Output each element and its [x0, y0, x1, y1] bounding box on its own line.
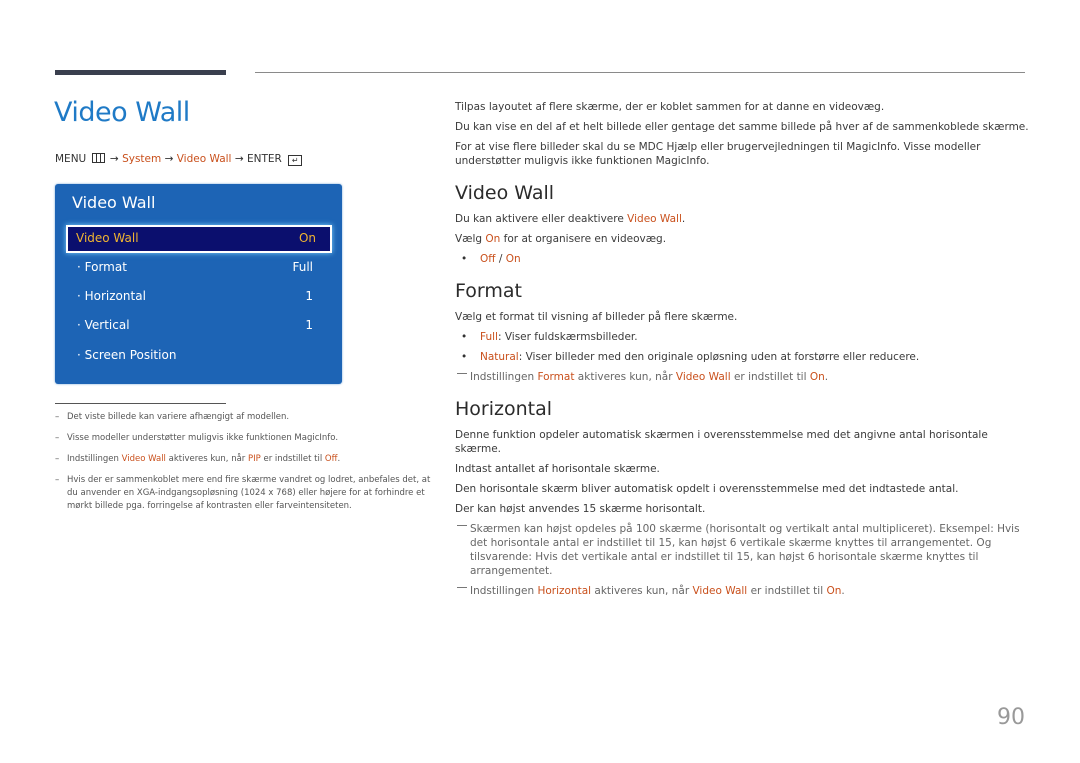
- main-content: Tilpas layoutet af flere skærme, der er …: [455, 100, 1030, 604]
- osd-item-value: 1: [305, 289, 313, 303]
- intro-paragraph: Du kan vise en del af et helt billede el…: [455, 121, 1029, 133]
- osd-item-label: · Screen Position: [77, 348, 177, 362]
- paragraph: Der kan højst anvendes 15 skærme horison…: [455, 503, 706, 515]
- paragraph: Indtast antallet af horisontale skærme.: [455, 463, 660, 475]
- highlight: Horizontal: [537, 585, 592, 597]
- osd-title: Video Wall: [72, 193, 156, 212]
- osd-item-value: 1: [305, 318, 313, 332]
- arrow: →: [164, 153, 174, 165]
- text: .: [841, 585, 845, 597]
- option-off: Off: [480, 253, 496, 265]
- highlight: On: [485, 233, 501, 245]
- note-text: aktiveres kun, når: [165, 454, 249, 464]
- text: .: [681, 213, 686, 225]
- text: aktiveres kun, når: [591, 585, 693, 597]
- header-rule-thick: [55, 70, 226, 75]
- text: for at organisere en videovæg.: [500, 233, 667, 245]
- option-on: On: [505, 253, 521, 265]
- note-text: .: [337, 454, 341, 464]
- notes-divider: [55, 403, 226, 404]
- osd-item-video-wall[interactable]: Video Wall On: [66, 225, 332, 253]
- note-highlight: Off: [324, 454, 338, 464]
- text: er indstillet til: [730, 371, 810, 383]
- osd-item-horizontal[interactable]: · Horizontal 1: [77, 289, 313, 309]
- osd-item-value: On: [298, 231, 316, 245]
- paragraph: Den horisontale skærm bliver automatisk …: [455, 483, 959, 495]
- paragraph: Denne funktion opdeler automatisk skærme…: [455, 429, 988, 455]
- note-item: Indstillingen Video Wall aktiveres kun, …: [55, 453, 435, 466]
- text: : Viser billeder med den originale opløs…: [518, 351, 920, 363]
- osd-item-label: Video Wall: [76, 231, 139, 245]
- text: .: [824, 371, 829, 383]
- arrow: →: [109, 153, 119, 165]
- option-full: Full: [480, 331, 498, 343]
- option-natural: Natural: [480, 351, 519, 363]
- text: Vælg: [455, 233, 486, 245]
- osd-menu-panel: Video Wall Video Wall On · Format Full ·…: [55, 184, 342, 384]
- text: Indstillingen: [470, 371, 538, 383]
- page-title: Video Wall: [54, 97, 190, 128]
- osd-item-label: · Vertical: [77, 318, 130, 332]
- osd-item-value: Full: [292, 260, 313, 274]
- bullet-item: Natural: Viser billeder med den original…: [455, 350, 1030, 364]
- highlight: On: [809, 371, 825, 383]
- highlight: Format: [537, 371, 575, 383]
- note-highlight: PIP: [248, 454, 261, 464]
- section-heading-format: Format: [455, 280, 522, 302]
- osd-item-screen-position[interactable]: · Screen Position: [77, 348, 313, 368]
- highlight: Video Wall: [627, 213, 682, 225]
- osd-item-format[interactable]: · Format Full: [77, 260, 313, 280]
- intro-paragraph: For at vise flere billeder skal du se MD…: [455, 141, 981, 167]
- osd-item-vertical[interactable]: · Vertical 1: [77, 318, 313, 338]
- text: Du kan aktivere eller deaktivere: [455, 213, 628, 225]
- paragraph: Vælg On for at organisere en videovæg.: [455, 232, 1030, 246]
- note-text: er indstillet til: [260, 454, 325, 464]
- menu-path-system: System: [122, 153, 162, 165]
- sub-note: Indstillingen Format aktiveres kun, når …: [455, 370, 1030, 384]
- note-highlight: Video Wall: [121, 454, 166, 464]
- page-number: 90: [997, 705, 1025, 730]
- enter-label: ENTER: [246, 153, 282, 165]
- menu-path-video-wall: Video Wall: [176, 153, 232, 165]
- text: er indstillet til: [747, 585, 827, 597]
- intro-paragraph: Tilpas layoutet af flere skærme, der er …: [455, 101, 885, 113]
- section-heading-video-wall: Video Wall: [455, 182, 555, 204]
- paragraph: Vælg et format til visning af billeder p…: [455, 311, 738, 323]
- note-item: Visse modeller understøtter muligvis ikk…: [55, 432, 435, 445]
- sub-note: Indstillingen Horizontal aktiveres kun, …: [455, 584, 1030, 598]
- text: Indstillingen: [470, 585, 538, 597]
- text: aktiveres kun, når: [574, 371, 676, 383]
- highlight: On: [826, 585, 842, 597]
- note-item: Hvis der er sammenkoblet mere end fire s…: [55, 474, 435, 513]
- sub-note: Skærmen kan højst opdeles på 100 skærme …: [455, 522, 1030, 578]
- separator: /: [495, 253, 506, 265]
- note-text: Indstillingen: [67, 454, 122, 464]
- paragraph: Du kan aktivere eller deaktivere Video W…: [455, 212, 1030, 226]
- highlight: Video Wall: [675, 371, 731, 383]
- arrow: →: [234, 153, 244, 165]
- section-heading-horizontal: Horizontal: [455, 398, 553, 420]
- note-item: Det viste billede kan variere afhængigt …: [55, 411, 435, 424]
- text: : Viser fuldskærmsbilleder.: [497, 331, 638, 343]
- highlight: Video Wall: [692, 585, 748, 597]
- menu-path: MENU → System → Video Wall → ENTER ↵: [55, 153, 303, 166]
- enter-icon: ↵: [288, 155, 303, 166]
- bullet-item: Off / On: [455, 252, 1030, 266]
- header-rule-thin: [255, 72, 1025, 73]
- left-notes: Det viste billede kan variere afhængigt …: [55, 411, 435, 521]
- bullet-item: Full: Viser fuldskærmsbilleder.: [455, 330, 1030, 344]
- menu-icon: [91, 153, 105, 163]
- osd-item-label: · Horizontal: [77, 289, 146, 303]
- menu-label: MENU: [55, 153, 87, 165]
- osd-item-label: · Format: [77, 260, 127, 274]
